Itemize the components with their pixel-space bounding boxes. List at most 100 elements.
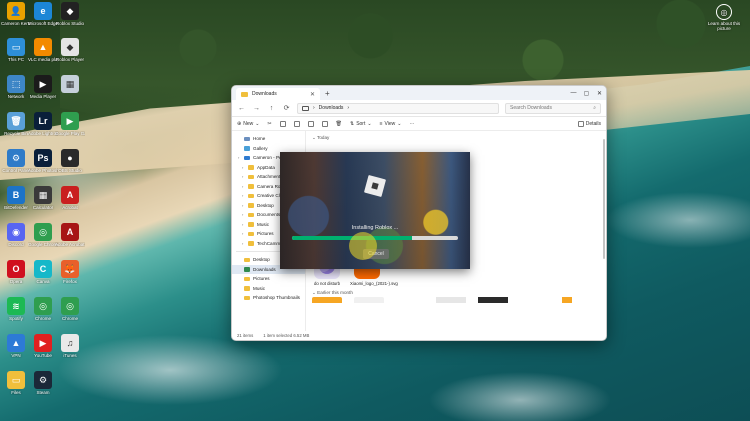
- tab-downloads[interactable]: Downloads ✕: [236, 88, 320, 100]
- address-bar[interactable]: › Downloads ›: [297, 102, 499, 114]
- app-icon: ▲: [34, 38, 52, 56]
- desktop-icon[interactable]: ⚙ Steam: [28, 371, 58, 395]
- chevron-right-icon[interactable]: ›: [242, 212, 245, 217]
- desktop-icon-label: Adobe Photoshop: [28, 168, 58, 173]
- chevron-right-icon[interactable]: ›: [242, 184, 245, 189]
- file-thumbnail-partial[interactable]: [436, 297, 466, 303]
- desktop-icon[interactable]: PsAdobe Photoshop: [28, 149, 58, 173]
- desktop-icon-label: Network: [7, 94, 25, 99]
- sidebar-item-label: AppData: [257, 164, 275, 170]
- view-button[interactable]: ≡ View ⌄: [380, 121, 402, 127]
- chevron-right-icon[interactable]: ›: [242, 203, 245, 208]
- learn-about-picture[interactable]: ◎ Learn about this picture: [706, 4, 742, 31]
- desktop-icon-label: Discord: [8, 242, 24, 247]
- desktop-icon[interactable]: ♫ iTunes: [55, 334, 85, 358]
- rename-button[interactable]: [307, 120, 314, 127]
- desktop-icon-label: Microsoft Edge: [28, 21, 58, 26]
- desktop-icon[interactable]: ⬚ Network: [1, 75, 31, 99]
- copy-button[interactable]: [279, 120, 286, 127]
- back-button[interactable]: ←: [237, 105, 246, 112]
- install-status-text: Installing Roblox ...: [351, 225, 399, 231]
- window-controls: — ▢ ✕: [567, 90, 606, 97]
- minimize-button[interactable]: —: [567, 90, 580, 97]
- file-name: do not disturb: [313, 281, 341, 286]
- chevron-right-icon[interactable]: ›: [242, 231, 245, 236]
- file-thumbnail-partial[interactable]: [354, 297, 384, 303]
- chevron-right-icon[interactable]: ›: [242, 222, 245, 227]
- app-icon: ◆: [61, 38, 79, 56]
- desktop-icon[interactable]: e Microsoft Edge: [28, 2, 58, 26]
- forward-button[interactable]: →: [252, 105, 261, 112]
- details-button[interactable]: Details: [577, 120, 601, 127]
- chevron-right-icon[interactable]: ›: [238, 155, 241, 160]
- desktop-icon[interactable]: ◉ Discord: [1, 223, 31, 247]
- desktop-icon[interactable]: LrAdobe Lightroom: [28, 112, 58, 136]
- chevron-right-icon[interactable]: ›: [242, 193, 245, 198]
- file-thumbnail-partial[interactable]: [312, 297, 342, 303]
- group-header-today[interactable]: ⌄ Today: [312, 135, 600, 141]
- chevron-right-icon[interactable]: ›: [242, 174, 245, 179]
- file-thumbnail-partial[interactable]: [562, 297, 572, 303]
- desktop-icon[interactable]: ▦ Calculator: [28, 186, 58, 210]
- group-header-earlier[interactable]: ⌄ Earlier this month: [312, 290, 353, 296]
- cut-button[interactable]: ✂: [267, 121, 271, 127]
- desktop-icon[interactable]: A Acrobat: [55, 186, 85, 210]
- up-button[interactable]: ↑: [267, 105, 276, 112]
- search-input[interactable]: Search Downloads ⌕: [505, 102, 601, 114]
- sidebar-item-pictures[interactable]: Pictures: [232, 274, 305, 284]
- desktop-icon[interactable]: 🦊 Firefox: [55, 260, 85, 284]
- desktop-icon[interactable]: ▦: [55, 75, 85, 94]
- delete-button[interactable]: 🗑: [336, 121, 342, 127]
- scrollbar[interactable]: [603, 139, 605, 259]
- desktop-icon[interactable]: O Opera: [1, 260, 31, 284]
- maximize-button[interactable]: ▢: [580, 90, 593, 97]
- desktop-icon[interactable]: ◎ Chrome: [55, 297, 85, 321]
- sidebar-item-home[interactable]: Home: [232, 134, 305, 144]
- paste-button[interactable]: [293, 120, 300, 127]
- file-name: Xiaomi_logo_(2021-).svg: [350, 281, 398, 286]
- desktop-icon[interactable]: C Canva: [28, 260, 58, 284]
- refresh-button[interactable]: ⟳: [282, 104, 291, 112]
- desktop-icon-label: iTunes: [63, 353, 77, 358]
- sort-button[interactable]: ⇅ Sort ⌄: [350, 121, 372, 127]
- app-icon: ◆: [61, 2, 79, 20]
- app-icon: ▭: [7, 371, 25, 389]
- desktop-icon[interactable]: ◆ Roblox Player: [55, 38, 85, 62]
- close-button[interactable]: ✕: [593, 90, 606, 97]
- desktop-icon[interactable]: ≋ Spotify: [1, 297, 31, 321]
- close-tab-icon[interactable]: ✕: [310, 91, 315, 98]
- desktop-icon[interactable]: ● OBS Studio: [55, 149, 85, 173]
- new-button[interactable]: ⊕ New ⌄: [237, 121, 259, 127]
- sidebar-item-label: Documents: [257, 212, 281, 218]
- chevron-right-icon[interactable]: ›: [242, 241, 245, 246]
- sidebar-item-label: Pictures: [253, 276, 270, 282]
- desktop-icon[interactable]: ▶ YouTube: [28, 334, 58, 358]
- more-options-button[interactable]: ···: [409, 121, 414, 127]
- desktop-icon-label: Spotify: [9, 316, 23, 321]
- chevron-right-icon[interactable]: ›: [242, 165, 245, 170]
- share-button[interactable]: [321, 120, 328, 127]
- desktop-icon[interactable]: ▭ Files: [1, 371, 31, 395]
- sidebar-item-photoshop-thumbnails[interactable]: Photoshop Thumbnails: [232, 293, 305, 303]
- desktop-icon[interactable]: ▲ VPN: [1, 334, 31, 358]
- desktop-icon[interactable]: 🗑 Recycle Bin: [1, 112, 31, 136]
- desktop-icon[interactable]: 👤Cameron Kenzie: [1, 2, 31, 26]
- desktop-icon[interactable]: ▲VLC media player: [28, 38, 58, 62]
- new-tab-button[interactable]: +: [325, 89, 330, 98]
- file-thumbnail-partial[interactable]: [478, 297, 508, 303]
- desktop-icon[interactable]: ▶Google Play Games: [55, 112, 85, 136]
- desktop-icon[interactable]: ◎ Chrome: [28, 297, 58, 321]
- desktop-icon[interactable]: AAdobe Acrobat DC: [55, 223, 85, 247]
- sidebar-item-music[interactable]: Music: [232, 284, 305, 294]
- desktop-icon[interactable]: ⚙ Control Panel: [1, 149, 31, 173]
- folder-icon: [248, 165, 254, 170]
- desktop-icon[interactable]: ◆ Roblox Studio: [55, 2, 85, 26]
- desktop-icon[interactable]: ▭ This PC: [1, 38, 31, 62]
- folder-icon: [248, 174, 254, 179]
- desktop-icon[interactable]: B BitDefender: [1, 186, 31, 210]
- copy-icon: [279, 120, 286, 127]
- desktop-icon[interactable]: ▶ Media Player: [28, 75, 58, 99]
- title-bar: Downloads ✕ + — ▢ ✕: [232, 86, 606, 100]
- desktop-icon[interactable]: ◎ Google Chrome: [28, 223, 58, 247]
- folder-icon: [244, 276, 250, 281]
